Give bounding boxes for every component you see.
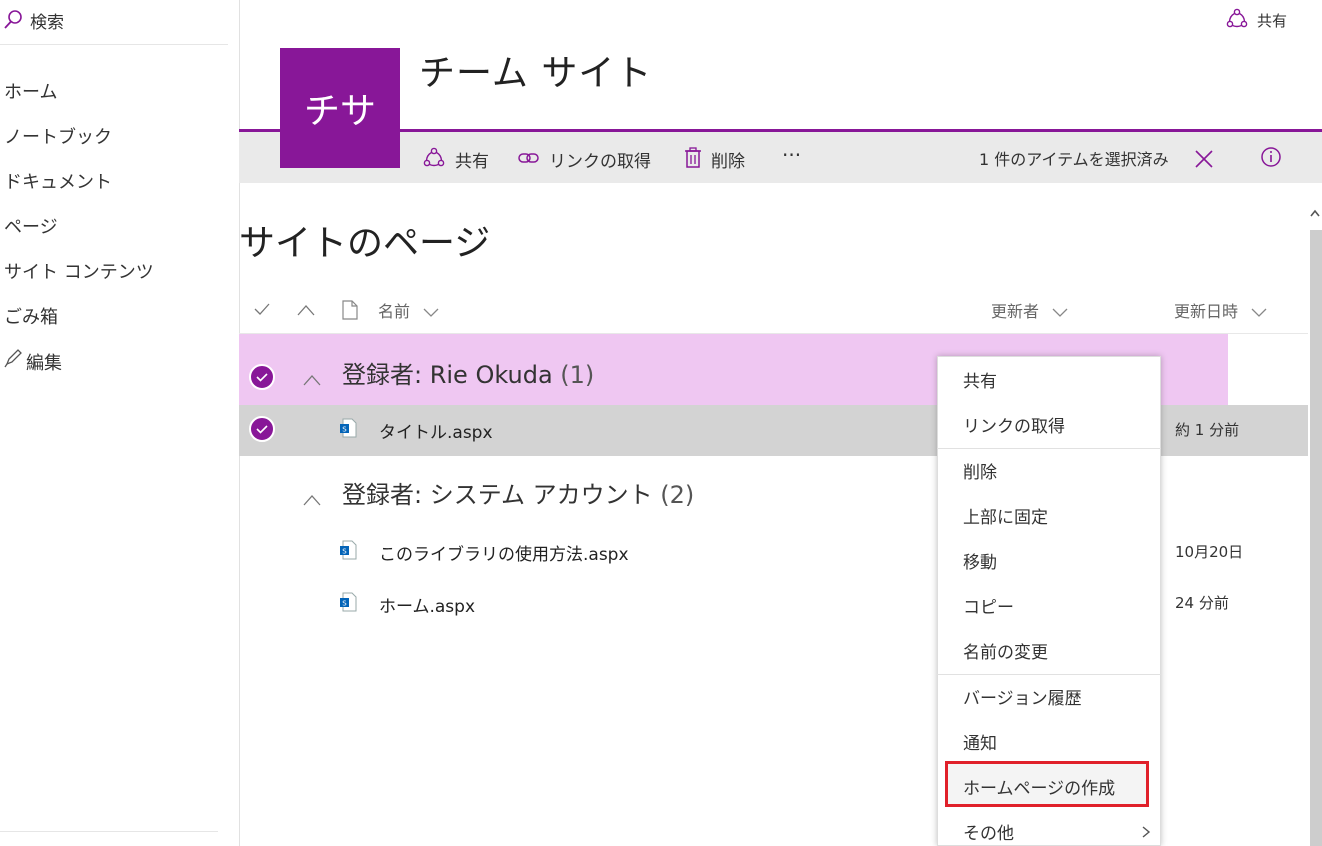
menu-item-pin-to-top[interactable]: 上部に固定 xyxy=(937,492,1161,537)
left-nav-divider xyxy=(0,831,218,832)
menu-item-label: 上部に固定 xyxy=(963,508,1048,528)
menu-item-label: その他 xyxy=(963,824,1014,844)
chevron-down-icon xyxy=(422,303,440,322)
scroll-up-arrow-icon[interactable] xyxy=(1309,204,1321,223)
nav-item-pages[interactable]: ページ xyxy=(4,213,58,239)
file-name-link[interactable]: タイトル.aspx xyxy=(379,418,493,443)
menu-item-delete[interactable]: 削除 xyxy=(937,447,1161,492)
menu-item-copy[interactable]: コピー xyxy=(937,582,1161,627)
menu-item-share[interactable]: 共有 xyxy=(937,356,1161,401)
menu-item-label: 移動 xyxy=(963,553,997,573)
menu-item-label: 共有 xyxy=(963,372,997,392)
menu-item-version-history[interactable]: バージョン履歴 xyxy=(937,673,1161,718)
header-share-label: 共有 xyxy=(1257,12,1288,30)
checkmark-icon xyxy=(256,425,268,434)
site-logo-lower xyxy=(280,129,400,168)
file-modified: 約 1 分前 xyxy=(1175,421,1240,439)
group-count: (1) xyxy=(560,361,595,389)
search-box[interactable]: 検索 xyxy=(0,0,228,45)
column-header-name[interactable]: 名前 xyxy=(378,298,439,322)
group-title: 登録者: システム アカウント (2) xyxy=(342,475,694,510)
column-header-modified-by[interactable]: 更新者 xyxy=(991,298,1068,322)
row-select-checkbox[interactable] xyxy=(249,416,275,442)
menu-item-rename[interactable]: 名前の変更 xyxy=(937,627,1161,672)
trash-icon xyxy=(683,147,703,174)
column-header-modified[interactable]: 更新日時 xyxy=(1174,298,1267,322)
nav-item-documents[interactable]: ドキュメント xyxy=(4,168,112,194)
selection-count: 1 件のアイテムを選択済み xyxy=(979,150,1169,169)
share-command-label: 共有 xyxy=(455,152,489,172)
menu-item-make-homepage[interactable]: ホームページの作成 xyxy=(937,763,1161,808)
checkmark-icon xyxy=(256,373,268,382)
menu-item-more[interactable]: その他 xyxy=(937,808,1161,846)
get-link-label: リンクの取得 xyxy=(549,152,651,172)
file-type-icon xyxy=(342,300,358,324)
chevron-down-icon xyxy=(1250,303,1268,322)
svg-text:S: S xyxy=(342,426,347,434)
group-count: (2) xyxy=(660,481,695,509)
menu-item-get-link[interactable]: リンクの取得 xyxy=(937,401,1161,446)
menu-item-label: バージョン履歴 xyxy=(963,689,1082,709)
delete-label: 削除 xyxy=(711,152,745,172)
nav-item-home[interactable]: ホーム xyxy=(4,78,57,104)
collapse-all-chevron-icon[interactable] xyxy=(296,302,316,321)
chevron-right-icon xyxy=(1141,824,1151,844)
info-icon[interactable] xyxy=(1260,146,1282,172)
menu-item-label: 名前の変更 xyxy=(963,643,1048,663)
more-commands-button[interactable]: ··· xyxy=(782,143,801,167)
select-all-checkmark-icon[interactable] xyxy=(253,300,271,322)
page-title: サイトのページ xyxy=(239,223,491,264)
menu-item-move[interactable]: 移動 xyxy=(937,537,1161,582)
svg-text:S: S xyxy=(342,600,347,608)
file-modified: 24 分前 xyxy=(1175,594,1229,612)
search-label: 検索 xyxy=(30,13,64,33)
search-icon xyxy=(2,9,24,35)
chevron-down-icon xyxy=(1051,303,1069,322)
menu-item-label: 通知 xyxy=(963,734,997,754)
sharepoint-page-icon: S xyxy=(339,418,357,442)
menu-item-label: コピー xyxy=(963,598,1014,618)
group-title-text: 登録者: Rie Okuda xyxy=(342,361,553,389)
group-collapse-chevron-icon[interactable] xyxy=(302,372,322,391)
link-icon xyxy=(517,148,541,173)
share-icon xyxy=(423,147,445,174)
group-title-text: 登録者: システム アカウント xyxy=(342,481,653,509)
menu-item-label: 削除 xyxy=(963,463,997,483)
menu-item-label: ホームページの作成 xyxy=(963,779,1116,799)
column-header-modified-label: 更新日時 xyxy=(1174,302,1239,321)
group-title: 登録者: Rie Okuda (1) xyxy=(342,355,594,390)
sharepoint-page-icon: S xyxy=(339,540,357,564)
file-name-link[interactable]: このライブラリの使用方法.aspx xyxy=(379,540,629,565)
file-modified: 10月20日 xyxy=(1175,543,1244,561)
nav-item-notebook[interactable]: ノートブック xyxy=(4,123,112,149)
column-header-modified-by-label: 更新者 xyxy=(991,302,1040,321)
site-title[interactable]: チーム サイト xyxy=(419,44,652,96)
file-name-link[interactable]: ホーム.aspx xyxy=(379,592,475,617)
svg-text:S: S xyxy=(342,548,347,556)
column-header-name-label: 名前 xyxy=(378,302,411,321)
nav-item-recycle-bin[interactable]: ごみ箱 xyxy=(4,303,58,329)
scrollbar-thumb[interactable] xyxy=(1310,230,1322,846)
group-select-checkbox[interactable] xyxy=(249,364,275,390)
pencil-icon xyxy=(4,348,24,373)
share-icon xyxy=(1226,8,1248,34)
nav-edit-label: 編集 xyxy=(26,353,62,374)
menu-item-label: リンクの取得 xyxy=(963,417,1065,437)
nav-item-site-contents[interactable]: サイト コンテンツ xyxy=(4,258,154,284)
group-collapse-chevron-icon[interactable] xyxy=(302,492,322,511)
sharepoint-page-icon: S xyxy=(339,592,357,616)
clear-selection-icon[interactable] xyxy=(1194,149,1214,173)
menu-item-alert[interactable]: 通知 xyxy=(937,718,1161,763)
